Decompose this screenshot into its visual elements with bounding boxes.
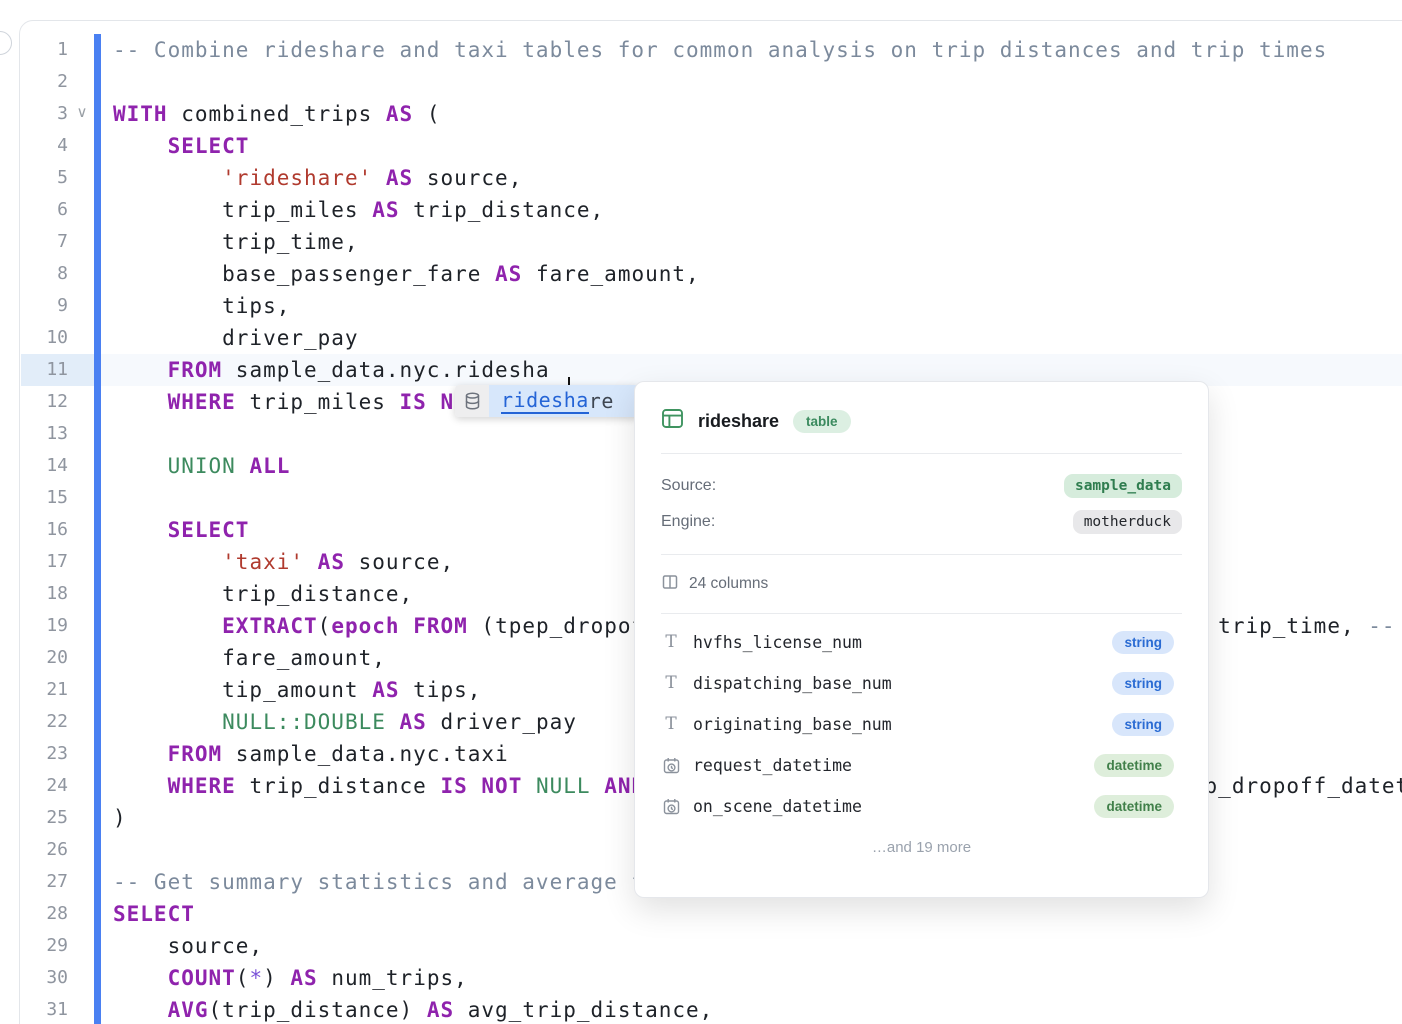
code-line[interactable] xyxy=(113,66,1402,98)
popover-header: rideshare table xyxy=(661,406,1182,436)
more-columns-text: …and 19 more xyxy=(661,839,1182,856)
code-line[interactable]: trip_time, xyxy=(113,226,1402,258)
calendar-clock-icon xyxy=(661,797,681,816)
line-number: 31 xyxy=(20,994,68,1024)
line-number-gutter: 1234567891011121314151617181920212223242… xyxy=(20,34,68,1024)
source-label: Source: xyxy=(661,477,716,495)
columns-count-text: 24 columns xyxy=(689,575,768,593)
line-number: 1 xyxy=(20,34,68,66)
line-number: 20 xyxy=(20,642,68,674)
text-type-icon: T xyxy=(661,716,681,733)
columns-count-row: 24 columns xyxy=(661,572,1182,596)
line-number: 6 xyxy=(20,194,68,226)
autocomplete-label: rideshare xyxy=(489,385,640,417)
column-type-badge: string xyxy=(1112,672,1174,695)
line-number: 29 xyxy=(20,930,68,962)
autocomplete-match-text: ridesha xyxy=(501,388,589,414)
line-number: 23 xyxy=(20,738,68,770)
divider xyxy=(661,453,1182,454)
line-number: 5 xyxy=(20,162,68,194)
line-number: 25 xyxy=(20,802,68,834)
change-indicator-bar xyxy=(94,34,101,1024)
line-number: 11 xyxy=(20,354,68,386)
table-type-badge: table xyxy=(793,410,851,433)
table-info-popover: rideshare table Source: sample_data Engi… xyxy=(634,381,1209,898)
line-number: 12 xyxy=(20,386,68,418)
line-number: 7 xyxy=(20,226,68,258)
engine-label: Engine: xyxy=(661,513,715,531)
table-name: rideshare xyxy=(698,411,779,432)
code-line[interactable]: source, xyxy=(113,930,1402,962)
code-line[interactable]: base_passenger_fare AS fare_amount, xyxy=(113,258,1402,290)
sql-editor-screen: 1234567891011121314151617181920212223242… xyxy=(0,0,1402,1024)
line-number: 22 xyxy=(20,706,68,738)
line-number: 28 xyxy=(20,898,68,930)
column-name: hvfhs_license_num xyxy=(693,633,1112,652)
line-number: 18 xyxy=(20,578,68,610)
line-number: 19 xyxy=(20,610,68,642)
database-icon xyxy=(455,385,489,417)
column-row: Toriginating_base_numstring xyxy=(661,704,1182,745)
line-number: 9 xyxy=(20,290,68,322)
code-line[interactable]: driver_pay xyxy=(113,322,1402,354)
line-number: 30 xyxy=(20,962,68,994)
text-type-icon: T xyxy=(661,634,681,651)
column-name: dispatching_base_num xyxy=(693,674,1112,693)
autocomplete-rest-text: re xyxy=(589,389,614,413)
code-line[interactable]: SELECT xyxy=(113,898,1402,930)
line-number: 14 xyxy=(20,450,68,482)
code-line[interactable]: -- Combine rideshare and taxi tables for… xyxy=(113,34,1402,66)
column-name: originating_base_num xyxy=(693,715,1112,734)
code-line[interactable]: AVG(trip_distance) AS avg_trip_distance, xyxy=(113,994,1402,1024)
text-type-icon: T xyxy=(661,675,681,692)
panel-collapse-handle[interactable] xyxy=(0,31,12,55)
column-name: request_datetime xyxy=(693,756,1094,775)
line-number: 13 xyxy=(20,418,68,450)
divider xyxy=(661,613,1182,614)
divider xyxy=(661,554,1182,555)
line-number: 26 xyxy=(20,834,68,866)
column-row: Thvfhs_license_numstring xyxy=(661,622,1182,663)
columns-list: Thvfhs_license_numstringTdispatching_bas… xyxy=(661,622,1182,827)
column-row: on_scene_datetimedatetime xyxy=(661,786,1182,827)
source-value-badge: sample_data xyxy=(1064,474,1182,498)
fold-chevron-icon[interactable]: ∨ xyxy=(72,98,92,130)
line-number: 15 xyxy=(20,482,68,514)
code-line[interactable]: tips, xyxy=(113,290,1402,322)
engine-row: Engine: motherduck xyxy=(661,507,1182,537)
code-line[interactable]: trip_miles AS trip_distance, xyxy=(113,194,1402,226)
line-number: 21 xyxy=(20,674,68,706)
column-row: Tdispatching_base_numstring xyxy=(661,663,1182,704)
line-number: 3 xyxy=(20,98,68,130)
code-line[interactable]: 'rideshare' AS source, xyxy=(113,162,1402,194)
column-name: on_scene_datetime xyxy=(693,797,1094,816)
column-type-badge: datetime xyxy=(1094,754,1174,777)
line-number: 2 xyxy=(20,66,68,98)
code-line[interactable]: COUNT(*) AS num_trips, xyxy=(113,962,1402,994)
line-number: 8 xyxy=(20,258,68,290)
column-type-badge: datetime xyxy=(1094,795,1174,818)
code-line[interactable]: WITH combined_trips AS ( xyxy=(113,98,1402,130)
code-line[interactable]: SELECT xyxy=(113,130,1402,162)
line-number: 4 xyxy=(20,130,68,162)
column-row: request_datetimedatetime xyxy=(661,745,1182,786)
engine-value-badge: motherduck xyxy=(1073,510,1182,534)
table-icon xyxy=(661,407,684,435)
calendar-clock-icon xyxy=(661,756,681,775)
line-number: 24 xyxy=(20,770,68,802)
column-type-badge: string xyxy=(1112,631,1174,654)
autocomplete-suggestion[interactable]: rideshare xyxy=(455,385,640,417)
line-number: 17 xyxy=(20,546,68,578)
source-row: Source: sample_data xyxy=(661,471,1182,501)
line-number: 10 xyxy=(20,322,68,354)
columns-icon xyxy=(661,573,679,596)
line-number: 16 xyxy=(20,514,68,546)
column-type-badge: string xyxy=(1112,713,1174,736)
line-number: 27 xyxy=(20,866,68,898)
